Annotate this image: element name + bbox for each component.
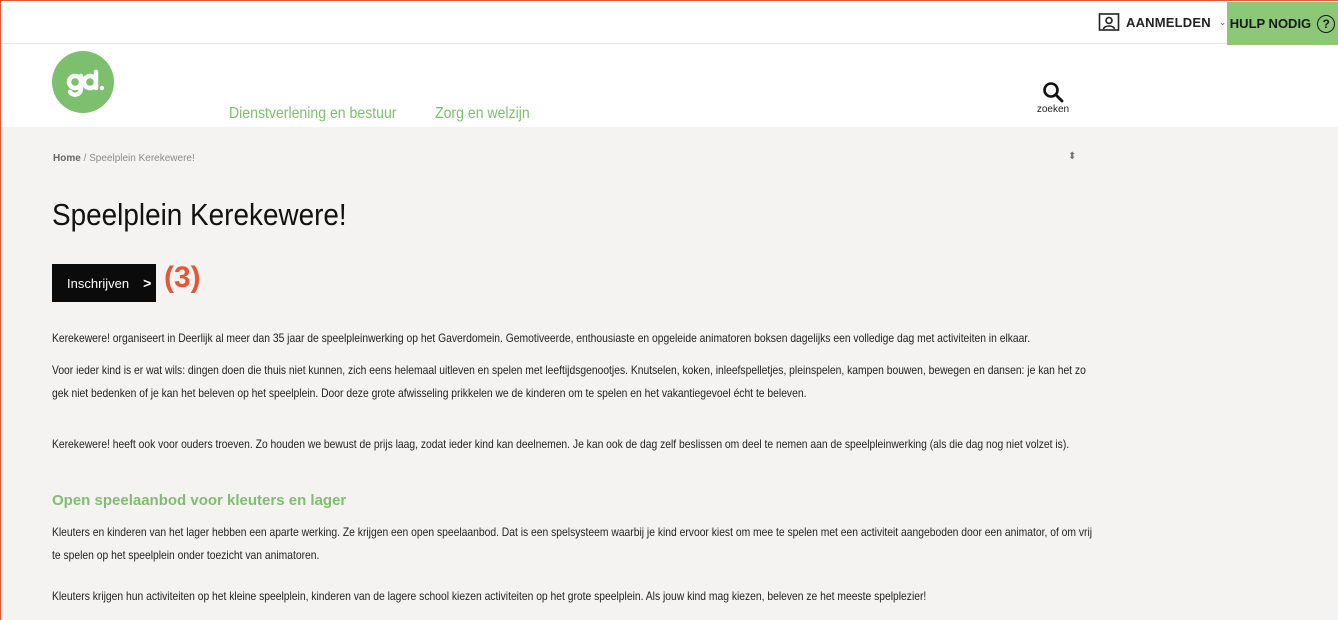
nav-item-dienstverlening[interactable]: Dienstverlening en bestuur [229,105,397,123]
body-paragraph-2: Voor ieder kind is er wat wils: dingen d… [52,363,1086,400]
user-card-icon [1098,13,1120,31]
register-button[interactable]: Inschrijven > [52,264,156,302]
top-utility-bar: AANMELDEN ⌄ HULP NODIG ? [0,1,1338,45]
intro-paragraph: Kerekewere! organiseert in Deerlijk al m… [52,331,1031,345]
question-circle-icon: ? [1317,14,1336,33]
chevron-right-icon: > [143,275,152,291]
body-paragraph-3: Kerekewere! heeft ook voor ouders troeve… [52,437,1070,451]
step-annotation: (3) [164,261,201,294]
register-button-label: Inschrijven [67,275,130,291]
breadcrumb-current: Speelplein Kerekewere! [89,153,195,164]
breadcrumb-home-link[interactable]: Home [53,153,81,164]
login-label: AANMELDEN [1126,14,1211,30]
section-paragraph-1: Kleuters en kinderen van het lager hebbe… [52,525,1093,562]
main-content: Home / Speelplein Kerekewere! ⬍ Speelple… [0,127,1338,620]
section-paragraph-2: Kleuters krijgen hun activiteiten op het… [52,589,927,603]
main-nav: Dienstverlening en bestuur Zorg en welzi… [229,105,543,123]
site-header: Dienstverlening en bestuur Zorg en welzi… [0,45,1338,127]
help-label: HULP NODIG [1229,16,1312,31]
login-menu[interactable]: AANMELDEN ⌄ [1098,9,1226,35]
updown-arrows-icon[interactable]: ⬍ [1068,152,1076,162]
logo-icon[interactable] [52,51,114,113]
breadcrumb: Home / Speelplein Kerekewere! [53,153,195,164]
chevron-down-icon: ⌄ [1218,16,1227,27]
section-heading: Open speelaanbod voor kleuters en lager [52,492,347,509]
search-icon [1043,82,1064,103]
search-label: zoeken [1036,104,1070,115]
help-button[interactable]: HULP NODIG ? [1227,2,1338,45]
breadcrumb-separator: / [83,153,87,164]
page-title: Speelplein Kerekewere! [52,197,347,232]
search-button[interactable]: zoeken [1033,81,1073,115]
nav-item-zorg-welzijn[interactable]: Zorg en welzijn [435,105,530,123]
